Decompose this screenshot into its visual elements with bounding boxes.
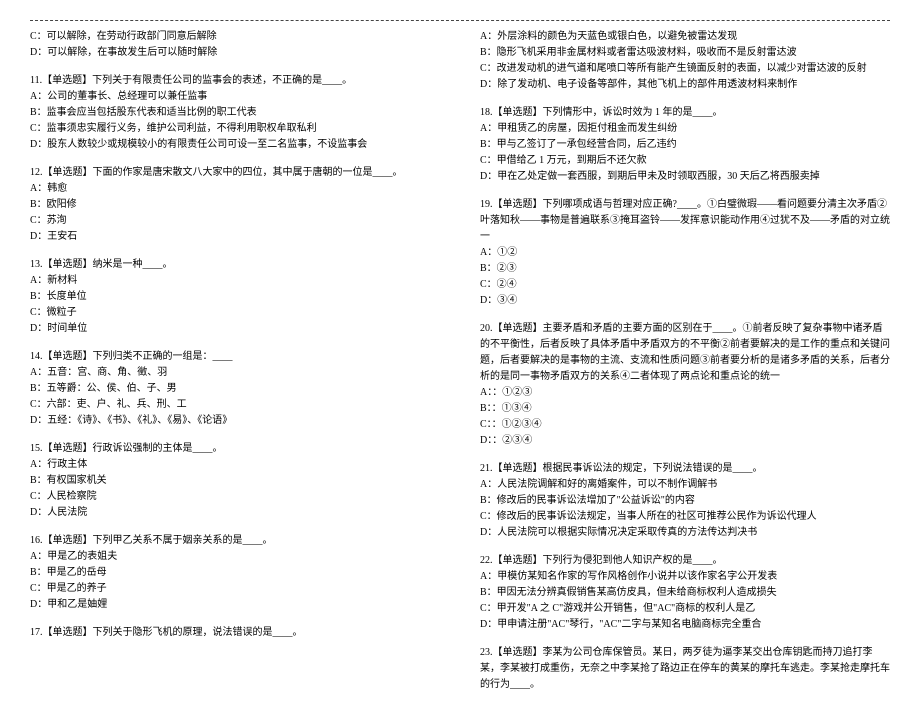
right-column: A：外层涂料的颜色为天蓝色或银白色，以避免被雷达发现 B：隐形飞机采用非金属材料… [480, 29, 890, 705]
option-text: D：可以解除，在事故发生后可以随时解除 [30, 45, 440, 61]
question-19: 19.【单选题】下列哪项成语与哲理对应正确?____。①白璧微瑕——看问题要分清… [480, 197, 890, 309]
option-text: D：甲和乙是妯娌 [30, 597, 440, 613]
question-17: 17.【单选题】下列关于隐形飞机的原理，说法错误的是____。 [30, 625, 440, 641]
option-text: C：苏洵 [30, 213, 440, 229]
question-stem: 13.【单选题】纳米是一种____。 [30, 257, 440, 273]
option-text: C：改进发动机的进气道和尾喷口等所有能产生镜面反射的表面，以减少对雷达波的反射 [480, 61, 890, 77]
option-text: D：时间单位 [30, 321, 440, 337]
question-11: 11.【单选题】下列关于有限责任公司的监事会的表述，不正确的是____。 A：公… [30, 73, 440, 153]
option-text: A：外层涂料的颜色为天蓝色或银白色，以避免被雷达发现 [480, 29, 890, 45]
option-text: A：①② [480, 245, 890, 261]
option-text: C：②④ [480, 277, 890, 293]
question-21: 21.【单选题】根据民事诉讼法的规定，下列说法错误的是____。 A：人民法院调… [480, 461, 890, 541]
option-text: C：：①②③④ [480, 417, 890, 433]
option-text: C：人民检察院 [30, 489, 440, 505]
option-text: C：可以解除，在劳动行政部门同意后解除 [30, 29, 440, 45]
option-text: B：监事会应当包括股东代表和适当比例的职工代表 [30, 105, 440, 121]
option-text: B：甲是乙的岳母 [30, 565, 440, 581]
question-stem: 15.【单选题】行政诉讼强制的主体是____。 [30, 441, 440, 457]
option-text: D：人民法院 [30, 505, 440, 521]
option-text: B：欧阳修 [30, 197, 440, 213]
question-12: 12.【单选题】下面的作家是唐宋散文八大家中的四位，其中属于唐朝的一位是____… [30, 165, 440, 245]
option-text: A：甲租赁乙的房屋，因拒付租金而发生纠纷 [480, 121, 890, 137]
option-text: C：甲借给乙 1 万元，到期后不还欠款 [480, 153, 890, 169]
question-23: 23.【单选题】李某为公司仓库保管员。某日，两歹徒为逼李某交出仓库钥匙而持刀追打… [480, 645, 890, 693]
question-18: 18.【单选题】下列情形中，诉讼时效为 1 年的是____。 A：甲租赁乙的房屋… [480, 105, 890, 185]
option-text: A：人民法院调解和好的离婚案件，可以不制作调解书 [480, 477, 890, 493]
option-text: A：甲模仿某知名作家的写作风格创作小说并以该作家名字公开发表 [480, 569, 890, 585]
question-stem: 18.【单选题】下列情形中，诉讼时效为 1 年的是____。 [480, 105, 890, 121]
option-text: A：韩愈 [30, 181, 440, 197]
option-text: B：五等爵：公、侯、伯、子、男 [30, 381, 440, 397]
option-text: D：③④ [480, 293, 890, 309]
question-stem: 14.【单选题】下列归类不正确的一组是：____ [30, 349, 440, 365]
option-text: C：监事须忠实履行义务，维护公司利益，不得利用职权牟取私利 [30, 121, 440, 137]
option-text: B：有权国家机关 [30, 473, 440, 489]
option-text: C：甲是乙的养子 [30, 581, 440, 597]
question-stem: 12.【单选题】下面的作家是唐宋散文八大家中的四位，其中属于唐朝的一位是____… [30, 165, 440, 181]
option-text: D：除了发动机、电子设备等部件，其他飞机上的部件用透波材料来制作 [480, 77, 890, 93]
question-22: 22.【单选题】下列行为侵犯到他人知识产权的是____。 A：甲模仿某知名作家的… [480, 553, 890, 633]
question-14: 14.【单选题】下列归类不正确的一组是：____ A：五音：宫、商、角、徵、羽 … [30, 349, 440, 429]
option-text: D：人民法院可以根据实际情况决定采取传真的方法传达判决书 [480, 525, 890, 541]
option-text: D：王安石 [30, 229, 440, 245]
option-text: C：甲开发"A 之 C"游戏并公开销售，但"AC"商标的权利人是乙 [480, 601, 890, 617]
question-stem: 21.【单选题】根据民事诉讼法的规定，下列说法错误的是____。 [480, 461, 890, 477]
option-text: C：修改后的民事诉讼法规定，当事人所在的社区可推荐公民作为诉讼代理人 [480, 509, 890, 525]
option-text: A：五音：宫、商、角、徵、羽 [30, 365, 440, 381]
option-text: B：长度单位 [30, 289, 440, 305]
option-text: B：②③ [480, 261, 890, 277]
question-stem: 11.【单选题】下列关于有限责任公司的监事会的表述，不正确的是____。 [30, 73, 440, 89]
question-stem: 19.【单选题】下列哪项成语与哲理对应正确?____。①白璧微瑕——看问题要分清… [480, 197, 890, 245]
q-top-options: C：可以解除，在劳动行政部门同意后解除 D：可以解除，在事故发生后可以随时解除 [30, 29, 440, 61]
option-text: A：甲是乙的表姐夫 [30, 549, 440, 565]
question-stem: 22.【单选题】下列行为侵犯到他人知识产权的是____。 [480, 553, 890, 569]
option-text: C：六部：吏、户、礼、兵、刑、工 [30, 397, 440, 413]
option-text: A：新材料 [30, 273, 440, 289]
option-text: D：：②③④ [480, 433, 890, 449]
option-text: B：：①③④ [480, 401, 890, 417]
option-text: C：微粒子 [30, 305, 440, 321]
option-text: B：甲因无法分辨真假销售某高仿皮具，但未给商标权利人造成损失 [480, 585, 890, 601]
option-text: D：甲在乙处定做一套西服，到期后甲未及时领取西服，30 天后乙将西服卖掉 [480, 169, 890, 185]
question-stem: 20.【单选题】主要矛盾和矛盾的主要方面的区别在于____。①前者反映了复杂事物… [480, 321, 890, 385]
option-text: A：：①②③ [480, 385, 890, 401]
option-text: D：五经：《诗》、《书》、《礼》、《易》、《论语》 [30, 413, 440, 429]
option-text: A：公司的董事长、总经理可以兼任监事 [30, 89, 440, 105]
option-text: B：甲与乙签订了一承包经营合同，后乙违约 [480, 137, 890, 153]
option-text: A：行政主体 [30, 457, 440, 473]
question-15: 15.【单选题】行政诉讼强制的主体是____。 A：行政主体 B：有权国家机关 … [30, 441, 440, 521]
option-text: B：隐形飞机采用非金属材料或者雷达吸波材料，吸收而不是反射雷达波 [480, 45, 890, 61]
question-stem: 23.【单选题】李某为公司仓库保管员。某日，两歹徒为逼李某交出仓库钥匙而持刀追打… [480, 645, 890, 693]
question-13: 13.【单选题】纳米是一种____。 A：新材料 B：长度单位 C：微粒子 D：… [30, 257, 440, 337]
question-stem: 17.【单选题】下列关于隐形飞机的原理，说法错误的是____。 [30, 625, 440, 641]
question-20: 20.【单选题】主要矛盾和矛盾的主要方面的区别在于____。①前者反映了复杂事物… [480, 321, 890, 449]
question-16: 16.【单选题】下列甲乙关系不属于姻亲关系的是____。 A：甲是乙的表姐夫 B… [30, 533, 440, 613]
option-text: B：修改后的民事诉讼法增加了"公益诉讼"的内容 [480, 493, 890, 509]
question-stem: 16.【单选题】下列甲乙关系不属于姻亲关系的是____。 [30, 533, 440, 549]
q17-options: A：外层涂料的颜色为天蓝色或银白色，以避免被雷达发现 B：隐形飞机采用非金属材料… [480, 29, 890, 93]
option-text: D：股东人数较少或规模较小的有限责任公司可设一至二名监事，不设监事会 [30, 137, 440, 153]
left-column: C：可以解除，在劳动行政部门同意后解除 D：可以解除，在事故发生后可以随时解除 … [30, 29, 440, 705]
option-text: D：甲申请注册"AC"琴行，"AC"二字与某知名电脑商标完全重合 [480, 617, 890, 633]
